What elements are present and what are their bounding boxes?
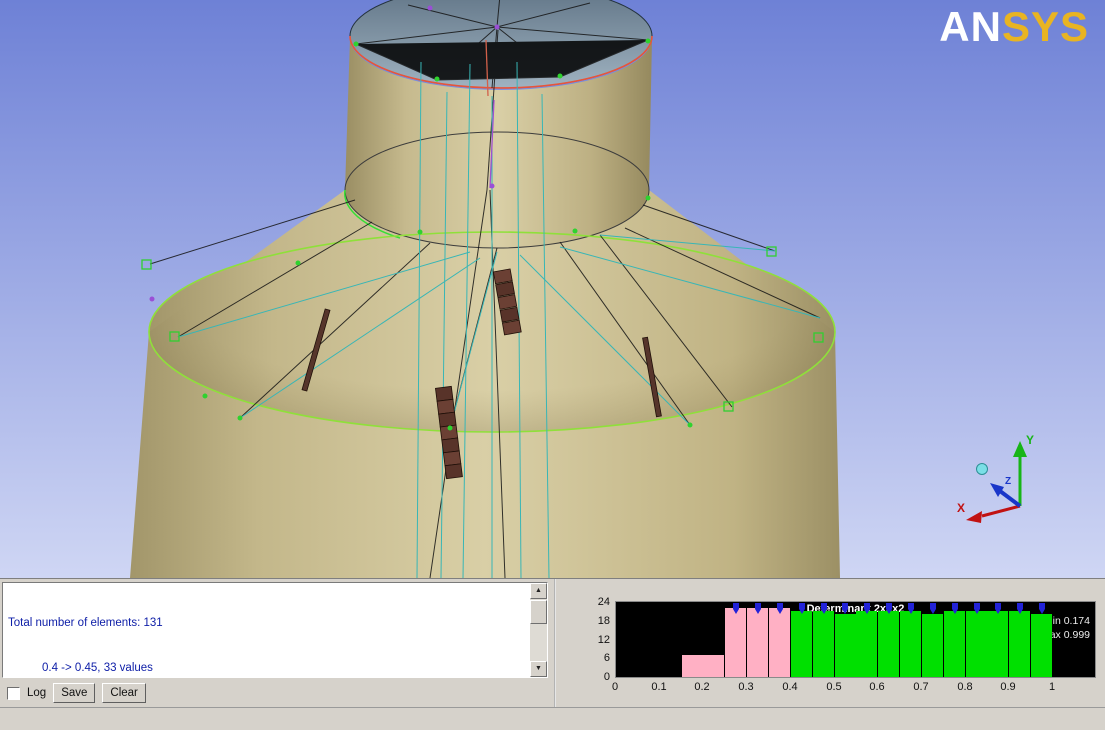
y-tick-label: 18 <box>584 615 610 627</box>
x-tick-label: 0.8 <box>950 681 980 693</box>
y-tick-label: 6 <box>584 652 610 664</box>
x-tick-label: 0.4 <box>775 681 805 693</box>
x-tick-label: 0.5 <box>819 681 849 693</box>
histogram-bar <box>725 608 746 677</box>
histogram-bar <box>900 611 921 677</box>
histogram-bar <box>813 611 834 677</box>
histogram-bar <box>835 614 856 677</box>
triad-y-label: Y <box>1026 433 1034 447</box>
x-tick-label: 0.7 <box>906 681 936 693</box>
y-tick-label: 24 <box>584 596 610 608</box>
histogram-bar <box>703 655 724 677</box>
x-tick-label: 0.9 <box>993 681 1023 693</box>
triad-origin-sphere <box>977 464 988 475</box>
x-tick-label: 0 <box>600 681 630 693</box>
histogram-bar <box>1031 614 1052 677</box>
triad-x-label: X <box>957 501 965 515</box>
histogram-bar <box>747 608 768 677</box>
histogram-bar <box>791 611 812 677</box>
histogram: Determinant 2x2x2 Min 0.174 Max 0.999 24… <box>0 579 1105 707</box>
histogram-bar <box>922 614 943 677</box>
histogram-bar <box>987 611 1008 677</box>
histogram-bar <box>966 611 987 677</box>
triad-z-label: Z <box>1005 476 1011 487</box>
x-tick-label: 1 <box>1037 681 1067 693</box>
histogram-bar <box>856 611 877 677</box>
histogram-bar <box>878 611 899 677</box>
x-tick-label: 0.3 <box>731 681 761 693</box>
histogram-bar <box>944 611 965 677</box>
ansys-logo-an: AN <box>939 3 1002 50</box>
histogram-plot: Determinant 2x2x2 Min 0.174 Max 0.999 <box>615 601 1096 678</box>
model-scene: Y X Z <box>0 0 1105 578</box>
x-tick-label: 0.1 <box>644 681 674 693</box>
3d-viewport[interactable]: Y X Z ANSYS <box>0 0 1105 578</box>
ansys-logo-sys: SYS <box>1002 3 1089 50</box>
status-strip: 74% ↑ 0.3K/s ↓ 1K/s <box>0 707 1105 730</box>
bottom-panel: Total number of elements: 131 0.4 -> 0.4… <box>0 578 1105 707</box>
y-tick-label: 12 <box>584 634 610 646</box>
histogram-bar <box>682 655 703 677</box>
x-tick-label: 0.2 <box>687 681 717 693</box>
histogram-bar <box>769 608 790 677</box>
ansys-logo: ANSYS <box>939 6 1089 48</box>
x-tick-label: 0.6 <box>862 681 892 693</box>
histogram-bar <box>1009 611 1030 677</box>
